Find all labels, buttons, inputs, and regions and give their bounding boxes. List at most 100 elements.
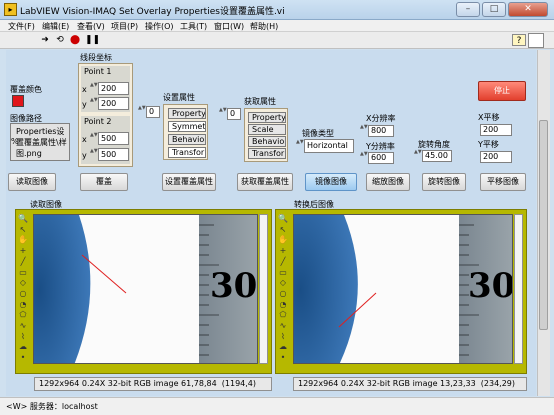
get-props-index-spinner[interactable]: ▲▼ (219, 108, 227, 119)
rectangle-icon[interactable]: ▭ (17, 267, 29, 278)
point2-y-input[interactable]: 500 (98, 148, 129, 161)
mirror-type-spinner[interactable]: ▲▼ (296, 140, 304, 151)
read-image-button[interactable]: 读取图像 (8, 173, 56, 191)
run-arrow-icon[interactable]: ➜ (38, 34, 52, 46)
overlay-color-box[interactable] (12, 95, 24, 107)
mirror-image-button[interactable]: 镜像图像 (305, 173, 357, 191)
freehand-icon[interactable]: ∿ (277, 320, 289, 331)
pan-icon[interactable]: ✋ (277, 234, 289, 245)
rotated-rect-icon[interactable]: ◇ (17, 277, 29, 288)
menu-project[interactable]: 项目(P) (111, 21, 138, 32)
minimize-button[interactable]: – (456, 2, 480, 17)
read-image-canvas[interactable]: 30 (33, 214, 258, 364)
point-icon[interactable]: • (17, 352, 29, 363)
annulus-icon[interactable]: ◔ (17, 299, 29, 310)
pointer-icon[interactable]: ↖ (17, 224, 29, 235)
rotate-angle-input[interactable]: 45.00 (422, 150, 452, 162)
maximize-button[interactable]: □ (482, 2, 506, 17)
set-props-item-symmetry[interactable]: Symmetr (168, 121, 206, 132)
y-res-spinner[interactable]: ▲▼ (360, 152, 368, 163)
menu-help[interactable]: 帮助(H) (250, 21, 278, 32)
set-props-index[interactable]: 0 (146, 106, 160, 118)
point1-x-input[interactable]: 200 (98, 82, 129, 95)
point1-y-label: y (82, 100, 87, 109)
freehand-region-icon[interactable]: ☁ (277, 341, 289, 352)
image-path-value: Properties设置覆盖属性\样图.png (16, 127, 67, 158)
point2-y-label: y (82, 151, 87, 160)
rotate-angle-spinner[interactable]: ▲▼ (414, 150, 422, 161)
menu-file[interactable]: 文件(F) (8, 21, 35, 32)
mirror-type-ring[interactable]: Horizontal (304, 139, 354, 153)
point-icon[interactable]: • (277, 352, 289, 363)
rotate-image-button[interactable]: 旋转图像 (422, 173, 466, 191)
read-image-display: 🔍 ↖ ✋ + ╱ ▭ ◇ ○ ◔ ⬠ ∿ ⌇ ☁ • 30 (15, 209, 272, 374)
zoom-icon[interactable]: 🔍 (17, 213, 29, 224)
close-button[interactable]: ✕ (508, 2, 548, 17)
x-shift-input[interactable]: 200 (480, 124, 512, 136)
line-icon[interactable]: ╱ (17, 256, 29, 267)
set-props-item-transform[interactable]: Transfor (168, 147, 206, 158)
menu-edit[interactable]: 编辑(E) (42, 21, 69, 32)
scrollbar-thumb[interactable] (539, 120, 548, 330)
oval-icon[interactable]: ○ (277, 288, 289, 299)
translate-image-button[interactable]: 平移图像 (480, 173, 526, 191)
menu-view[interactable]: 查看(V) (77, 21, 105, 32)
get-props-item-transform: Transfor (248, 148, 286, 159)
set-props-item-behavior: Behavior (168, 134, 206, 145)
x-res-input[interactable]: 800 (368, 125, 394, 137)
left-image-vscroll[interactable] (259, 214, 268, 364)
rotated-rect-icon[interactable]: ◇ (277, 277, 289, 288)
polygon-icon[interactable]: ⬠ (17, 309, 29, 320)
help-icon[interactable]: ? (512, 34, 526, 46)
pan-icon[interactable]: ✋ (17, 234, 29, 245)
zoom-icon[interactable]: 🔍 (277, 213, 289, 224)
point1-y-input[interactable]: 200 (98, 97, 129, 110)
get-props-label: 获取属性 (244, 97, 276, 106)
menu-bar: 文件(F) 编辑(E) 查看(V) 项目(P) 操作(O) 工具(T) 窗口(W… (0, 20, 554, 32)
right-image-coords: (234,29) (480, 379, 515, 388)
oval-icon[interactable]: ○ (17, 288, 29, 299)
annulus-icon[interactable]: ◔ (277, 299, 289, 310)
crosshair-icon[interactable]: + (17, 245, 29, 256)
get-overlay-props-button[interactable]: 获取覆盖属性 (237, 173, 293, 191)
set-props-index-spinner[interactable]: ▲▼ (138, 106, 146, 117)
menu-operate[interactable]: 操作(O) (145, 21, 174, 32)
crosshair-icon[interactable]: + (277, 245, 289, 256)
overlay-button[interactable]: 覆盖 (80, 173, 128, 191)
menu-window[interactable]: 窗口(W) (214, 21, 244, 32)
pause-icon[interactable]: ❚❚ (85, 34, 100, 46)
polygon-icon[interactable]: ⬠ (277, 309, 289, 320)
y-shift-input[interactable]: 200 (480, 151, 512, 163)
run-continuously-icon[interactable]: ⟲ (53, 34, 67, 46)
point2-x-input[interactable]: 500 (98, 132, 129, 145)
transformed-image-canvas[interactable]: 30 (293, 214, 513, 364)
get-props-item-scale: Scale (248, 124, 286, 135)
freehand-region-icon[interactable]: ☁ (17, 341, 29, 352)
line-icon[interactable]: ╱ (277, 256, 289, 267)
x-res-spinner[interactable]: ▲▼ (360, 125, 368, 136)
point2-x-spinner[interactable]: ▲▼ (90, 133, 98, 144)
image-path-control[interactable]: % Properties设置覆盖属性\样图.png (10, 123, 70, 161)
point2-y-spinner[interactable]: ▲▼ (90, 149, 98, 160)
stop-button[interactable]: 停止 (478, 81, 526, 101)
pointer-icon[interactable]: ↖ (277, 224, 289, 235)
toolbar: ➜ ⟲ ⬤ ❚❚ ? (0, 32, 554, 49)
point1-x-label: x (82, 85, 87, 94)
rotate-angle-label: 旋转角度 (418, 140, 450, 149)
read-image-picture: 30 (34, 215, 257, 363)
rectangle-icon[interactable]: ▭ (277, 267, 289, 278)
broken-line-icon[interactable]: ⌇ (17, 331, 29, 342)
scale-image-button[interactable]: 缩放图像 (366, 173, 410, 191)
set-overlay-props-button[interactable]: 设置覆盖属性 (162, 173, 216, 191)
point1-x-spinner[interactable]: ▲▼ (90, 83, 98, 94)
abort-icon[interactable]: ⬤ (68, 34, 82, 46)
get-props-index[interactable]: 0 (227, 108, 241, 120)
freehand-icon[interactable]: ∿ (17, 320, 29, 331)
get-props-item-property: Property (248, 112, 286, 123)
left-image-status: 1292x964 0.24X 32-bit RGB image 61,78,84… (34, 377, 272, 391)
right-image-vscroll[interactable] (514, 214, 523, 364)
broken-line-icon[interactable]: ⌇ (277, 331, 289, 342)
menu-tools[interactable]: 工具(T) (180, 21, 207, 32)
point1-y-spinner[interactable]: ▲▼ (90, 98, 98, 109)
y-res-input[interactable]: 600 (368, 152, 394, 164)
